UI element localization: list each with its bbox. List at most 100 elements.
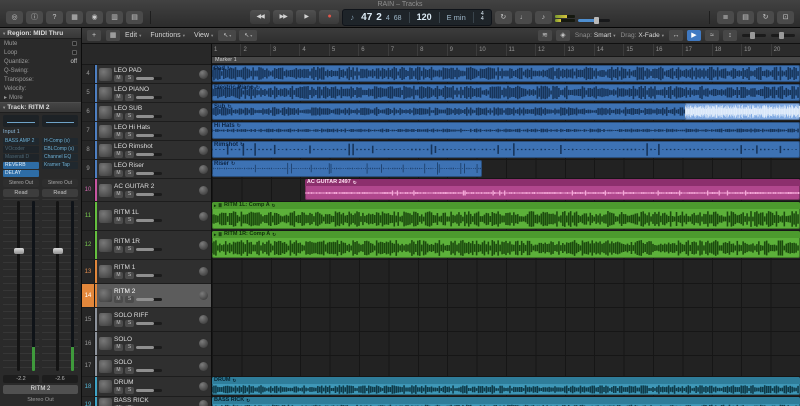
track-row[interactable]: 19BASS RICKMS (82, 397, 211, 406)
position-beat[interactable]: 2 (376, 12, 382, 23)
smart-controls-icon[interactable]: ◉ (86, 10, 103, 24)
arrange-row[interactable]: Riser ↻ (212, 160, 800, 179)
ruler-bar[interactable]: 4 (299, 44, 328, 56)
region-param[interactable]: Loop (0, 48, 81, 57)
zoom-h-icon[interactable]: ↔ (669, 30, 683, 41)
solo-button[interactable]: S (125, 93, 134, 101)
arrange-row[interactable] (212, 332, 800, 356)
track-row[interactable]: 11 RITM 1L M S (82, 202, 211, 231)
track-row[interactable]: 9 LEO Riser M S (82, 160, 211, 179)
region[interactable]: AC GUITAR 2497 ↻ (304, 179, 800, 200)
pan-knob[interactable] (199, 164, 208, 174)
track-row[interactable]: 6 LEO SUB M S (82, 103, 211, 122)
pan-knob[interactable] (199, 126, 208, 136)
volume-slider[interactable] (136, 298, 162, 301)
solo-button[interactable]: S (125, 272, 134, 279)
volume-slider[interactable] (136, 322, 162, 325)
solo-button[interactable]: S (125, 74, 134, 82)
arrange-row[interactable] (212, 260, 800, 284)
volume-slider[interactable] (136, 218, 162, 222)
plugin-slot[interactable]: DELAY (3, 170, 39, 177)
fader-knob[interactable] (52, 247, 63, 254)
pan-knob[interactable] (199, 185, 208, 195)
position-tick[interactable]: 68 (394, 15, 402, 22)
fader-knob[interactable] (13, 247, 24, 254)
volume-slider[interactable] (136, 114, 162, 118)
mute-button[interactable]: M (114, 245, 123, 253)
editors-icon[interactable]: ▤ (126, 10, 143, 24)
region[interactable] (684, 103, 800, 120)
solo-button[interactable]: S (125, 216, 134, 224)
solo-button[interactable]: S (125, 150, 134, 158)
pan-knob[interactable] (199, 339, 208, 348)
volume-slider[interactable] (136, 247, 162, 251)
track-row[interactable]: 12 RITM 1R M S (82, 231, 211, 260)
menu-view[interactable]: View ▾ (194, 32, 213, 39)
region-param[interactable]: Transpose: (0, 75, 81, 84)
volume-slider[interactable] (136, 346, 162, 349)
solo-button[interactable]: S (125, 387, 134, 394)
playhead-position[interactable]: 47 2 4 68 (361, 12, 401, 23)
solo-button[interactable]: S (125, 344, 134, 351)
mute-button[interactable]: M (114, 320, 123, 327)
volume-slider[interactable] (136, 152, 162, 156)
region[interactable]: Electric Piano ↻ (212, 84, 800, 101)
lcd-display[interactable]: ♪ 47 2 4 68 120 E min 4 4 (342, 8, 492, 26)
plugin-slot[interactable]: VOcoder (3, 146, 39, 153)
arrange-row[interactable]: Pad ↻ (212, 65, 800, 84)
pan-knob[interactable] (199, 361, 208, 371)
checkbox[interactable] (72, 41, 77, 46)
play-button[interactable]: ▶ (296, 10, 317, 24)
more-disclosure[interactable]: ▸ More (0, 93, 81, 102)
time-signature[interactable]: 4 4 (481, 11, 484, 23)
command-click-tool[interactable]: ↖ ▾ (239, 30, 258, 41)
plugin-slot[interactable]: H-Comp (s) (42, 138, 78, 145)
ruler-bar[interactable]: 7 (387, 44, 417, 56)
ruler-bar[interactable]: 9 (446, 44, 476, 56)
arrange-row[interactable] (212, 284, 800, 308)
record-button[interactable]: ● (319, 10, 340, 24)
param-value[interactable]: off (70, 59, 77, 65)
solo-button[interactable]: S (125, 112, 134, 120)
note-pads-icon[interactable]: ▤ (737, 10, 754, 24)
fader-value[interactable]: -2.2 (3, 375, 39, 383)
waveform-zoom-icon[interactable]: ≈ (705, 30, 719, 41)
region[interactable]: ▸ ≣ RITM 1R: Comp A ↻ (212, 231, 800, 258)
disclosure-icon[interactable]: ▸ (214, 231, 216, 238)
solo-button[interactable]: S (125, 245, 134, 253)
vertical-zoom-icon[interactable]: ↕ (723, 30, 737, 41)
output-slot[interactable]: Stereo Out (3, 179, 39, 187)
arrange-row[interactable]: BASS RICK ↻ (212, 397, 800, 406)
flex-icon[interactable]: ≋ (537, 30, 552, 41)
track-inspector-header[interactable]: ▾ Track: RITM 2 (0, 102, 81, 113)
arrange-row[interactable]: DRUM ↻ (212, 377, 800, 397)
menu-edit[interactable]: Edit ▾ (125, 32, 141, 39)
ruler-bar[interactable]: 8 (417, 44, 446, 56)
metronome-icon[interactable]: ♩ (514, 10, 532, 24)
ruler-bar[interactable]: 14 (593, 44, 623, 56)
media-browser-icon[interactable]: ⊡ (777, 10, 794, 24)
track-row[interactable]: 5 LEO PIANO M S (82, 84, 211, 103)
pan-knob[interactable] (199, 69, 208, 79)
channel-name[interactable]: RITM 2 (3, 385, 78, 394)
track-row[interactable]: 10 AC GUITAR 2MS (82, 179, 211, 202)
automation-mode-button[interactable]: Read (42, 189, 78, 197)
track-row[interactable]: 18 DRUM M S (82, 377, 211, 397)
arrange-row[interactable]: Sub ↻ (212, 103, 800, 122)
eq-thumbnail[interactable] (3, 115, 39, 127)
automation-icon[interactable]: ◈ (555, 30, 570, 41)
arrange-row[interactable]: ▸ ≣ RITM 1R: Comp A ↻ (212, 231, 800, 260)
mute-button[interactable]: M (114, 169, 123, 177)
automation-mode-button[interactable]: Read (3, 189, 39, 197)
solo-button[interactable]: S (125, 131, 134, 139)
menu-functions[interactable]: Functions ▾ (150, 32, 185, 39)
volume-slider[interactable] (136, 368, 162, 372)
input-slot[interactable]: Input 1 (3, 129, 41, 136)
pan-knob[interactable] (199, 382, 208, 391)
mute-button[interactable]: M (114, 150, 123, 158)
mute-button[interactable]: M (114, 112, 123, 120)
volume-slider[interactable] (136, 389, 162, 392)
ruler-bar[interactable]: 19 (741, 44, 770, 56)
tempo-display[interactable]: 120 (417, 12, 432, 22)
solo-button[interactable]: S (125, 366, 134, 374)
